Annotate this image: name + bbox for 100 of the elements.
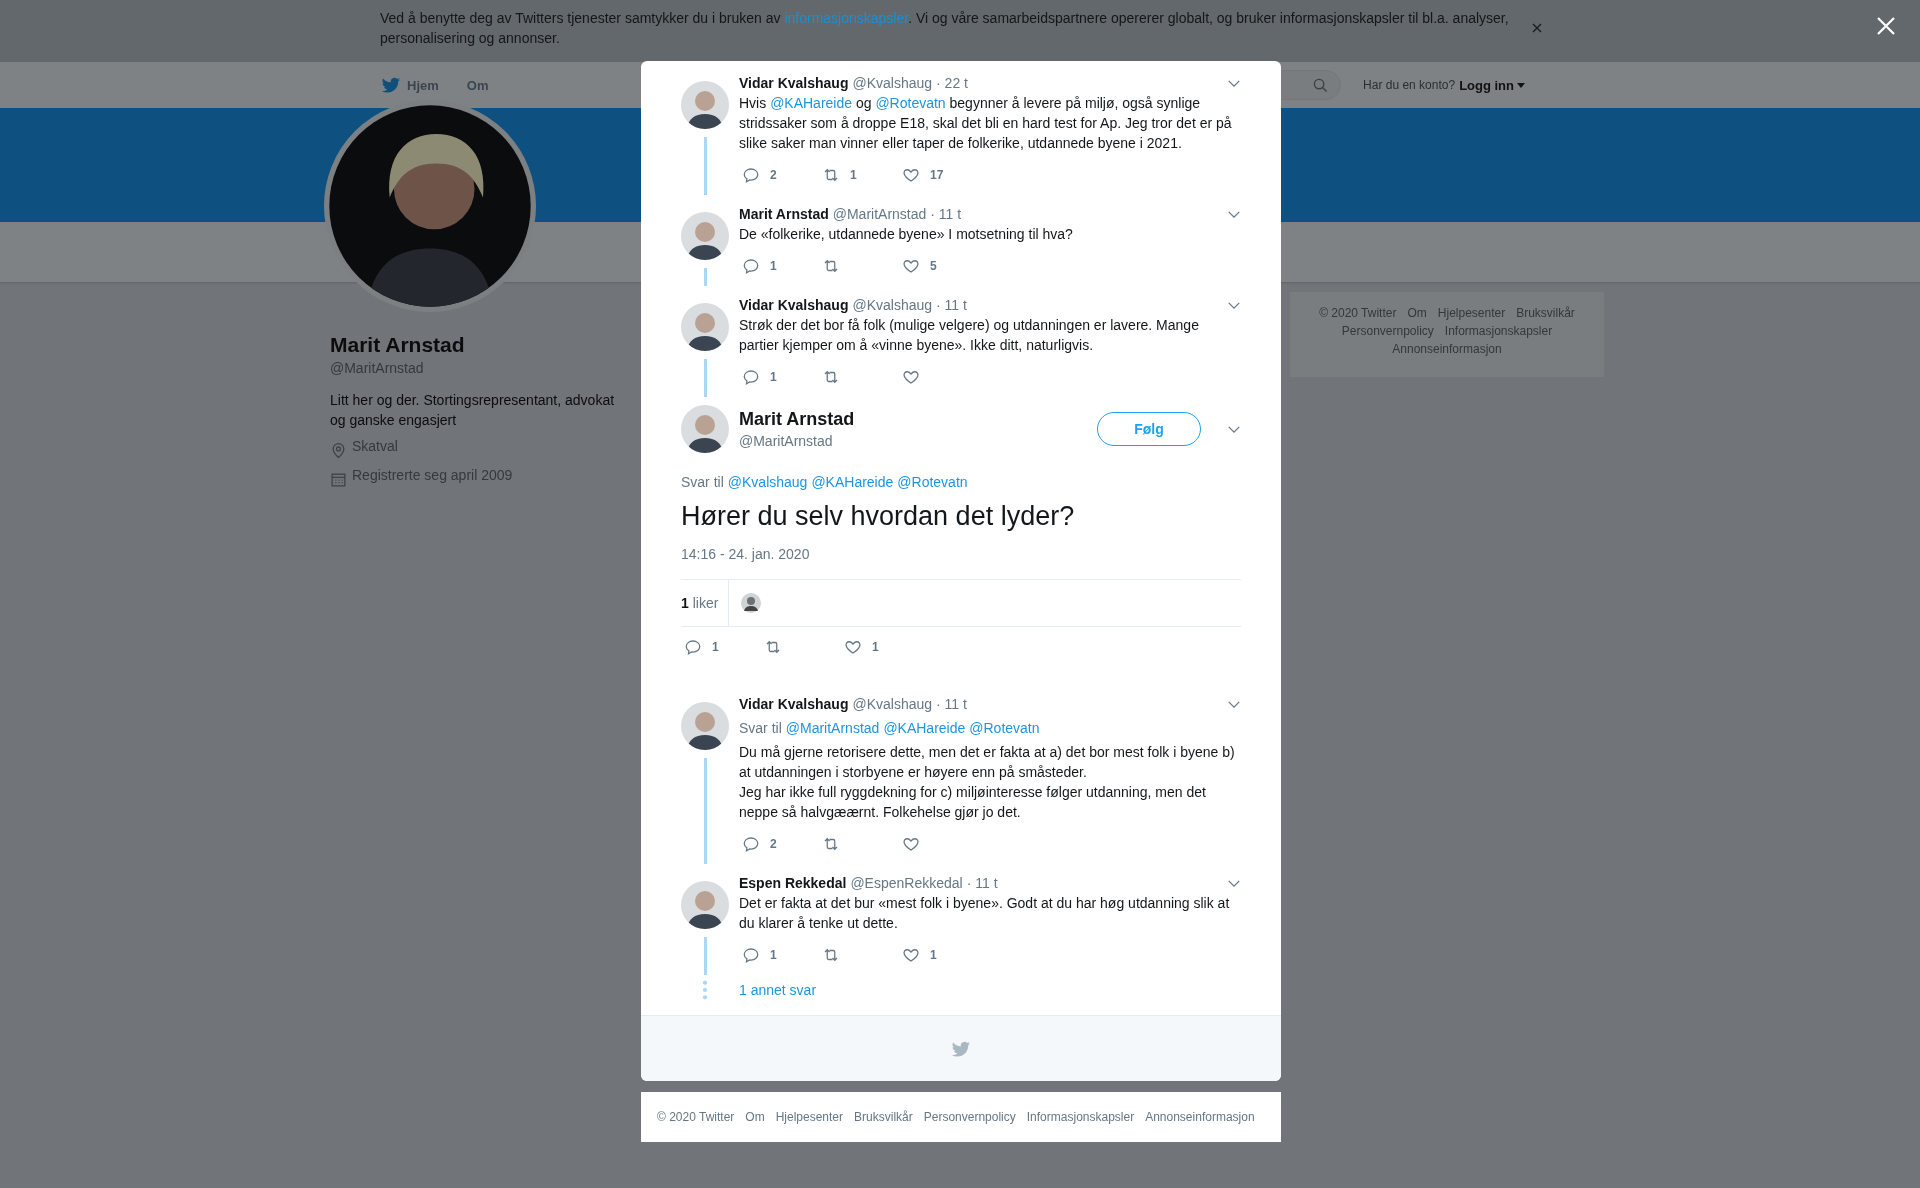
tweet-text: De «folkerike, utdannede byene» I motsetning til hva? xyxy=(739,225,1074,244)
caret-icon xyxy=(1517,82,1525,88)
reply-action[interactable]: 1 xyxy=(739,945,819,965)
bird-icon xyxy=(381,75,401,95)
reply-action[interactable]: 1 xyxy=(739,367,819,387)
reply-label: Svar til xyxy=(681,473,724,492)
nav-link[interactable]: Om xyxy=(466,77,489,93)
avatar[interactable] xyxy=(681,881,729,929)
author-name[interactable]: Vidar Kvalshaug xyxy=(739,297,849,313)
mention-link[interactable]: @KAHareide xyxy=(811,472,894,492)
author-name[interactable]: Marit Arnstad xyxy=(739,407,855,431)
footer-link[interactable]: Annonseinformasjon xyxy=(1145,1110,1255,1124)
mention-link[interactable]: @Rotevatn xyxy=(897,472,968,492)
footer-link[interactable]: © 2020 Twitter xyxy=(657,1110,735,1124)
tweet-time[interactable]: · 11 t xyxy=(966,875,998,891)
footer-link[interactable]: Om xyxy=(1407,306,1427,321)
chevron-down-icon[interactable] xyxy=(1227,424,1241,434)
profile-handle: @MaritArnstad xyxy=(330,360,425,376)
avatar[interactable] xyxy=(741,593,762,613)
profile-join-date: Registrerte seg april 2009 xyxy=(352,467,513,483)
retweet-icon xyxy=(822,368,840,386)
reply-icon xyxy=(742,166,760,184)
footer-link[interactable]: Informasjonskapsler xyxy=(1444,324,1553,339)
chevron-down-icon[interactable] xyxy=(1227,209,1241,219)
footer-link[interactable]: Personvernpolicy xyxy=(923,1110,1016,1124)
retweet-action[interactable]: 1 xyxy=(819,165,899,185)
footer-link[interactable]: Bruksvilkår xyxy=(1516,306,1575,321)
heart-icon xyxy=(902,257,920,275)
reply-icon xyxy=(742,946,760,964)
footer-link[interactable]: Annonseinformasjon xyxy=(1392,342,1502,357)
footer-link[interactable]: © 2020 Twitter xyxy=(1319,306,1397,321)
heart-icon xyxy=(902,835,920,853)
reply-action[interactable]: 1 xyxy=(681,637,761,657)
mention-link[interactable]: @Rotevatn xyxy=(875,95,946,111)
more-replies-link[interactable]: 1 annet svar xyxy=(739,982,817,998)
tweet-text: Det er fakta at det bur «mest folk i byene». Godt at du har høg utdanning slik at du klarer å tenke ut dette. xyxy=(739,894,1231,933)
chevron-down-icon[interactable] xyxy=(1227,699,1241,709)
login-link[interactable]: Logg inn xyxy=(1459,77,1525,93)
avatar[interactable] xyxy=(681,81,729,129)
tweet-time[interactable]: · 11 t xyxy=(930,206,962,222)
avatar[interactable] xyxy=(681,405,729,453)
avatar[interactable] xyxy=(681,212,729,260)
reply-action[interactable]: 1 xyxy=(739,256,819,276)
retweet-icon xyxy=(822,257,840,275)
mention-link[interactable]: @KAHareide xyxy=(770,95,853,111)
footer-link[interactable]: Om xyxy=(745,1110,765,1124)
chevron-down-icon[interactable] xyxy=(1227,878,1241,888)
close-icon[interactable] xyxy=(1532,23,1542,33)
heart-icon xyxy=(844,638,862,656)
author-handle[interactable]: @Kvalshaug xyxy=(852,297,933,313)
like-count[interactable]: 1 liker xyxy=(681,580,730,626)
login-prompt: Har du en konto? xyxy=(1363,78,1456,92)
footer-link[interactable]: Hjelpesenter xyxy=(775,1110,844,1124)
profile-location: Skatval xyxy=(352,438,398,454)
reply-icon xyxy=(742,835,760,853)
chevron-down-icon[interactable] xyxy=(1227,78,1241,88)
reply-action[interactable]: 2 xyxy=(739,834,819,854)
tweet-text: Hører du selv hvordan det lyder? xyxy=(681,500,1076,533)
author-handle[interactable]: @Kvalshaug xyxy=(852,75,933,91)
author-handle[interactable]: @MaritArnstad xyxy=(832,206,927,222)
follow-button[interactable]: Følg xyxy=(1097,412,1201,446)
avatar[interactable] xyxy=(681,303,729,351)
author-handle[interactable]: @EspenRekkedal xyxy=(850,875,963,891)
retweet-icon xyxy=(822,835,840,853)
author-name[interactable]: Vidar Kvalshaug xyxy=(739,696,849,712)
reply-label: Svar til xyxy=(739,719,782,738)
like-action[interactable]: 1 xyxy=(841,637,921,657)
reply-icon xyxy=(742,368,760,386)
mention-link[interactable]: @KAHareide xyxy=(883,718,966,738)
reply-icon xyxy=(742,257,760,275)
like-action[interactable]: 5 xyxy=(899,256,979,276)
reply-action[interactable]: 2 xyxy=(739,165,819,185)
profile-bio: Litt her og der. Stortingsrepresentant, advokat og ganske engasjert xyxy=(330,391,616,430)
footer-link[interactable]: Hjelpesenter xyxy=(1437,306,1506,321)
tweet-time[interactable]: · 11 t xyxy=(936,696,967,712)
heart-icon xyxy=(902,166,920,184)
author-name[interactable]: Marit Arnstad xyxy=(739,206,829,222)
footer-link[interactable]: Informasjonskapsler xyxy=(1026,1110,1135,1124)
chevron-down-icon[interactable] xyxy=(1227,300,1241,310)
author-handle[interactable]: @MaritArnstad xyxy=(739,431,855,451)
nav-link[interactable]: Hjem xyxy=(381,75,439,95)
cookie-notice: Ved å benytte deg av Twitters tjenester samtykker du i bruken av informasjonskapsler. Vi og våre samarbeidspartnere opererer globalt, og bruker informasjonskapsler til bl.a. analyser, personalisering og annonser. xyxy=(380,9,1510,48)
mention-link[interactable]: @MaritArnstad xyxy=(785,718,880,738)
mention-link[interactable]: @Kvalshaug xyxy=(727,472,808,492)
author-name[interactable]: Vidar Kvalshaug xyxy=(739,75,849,91)
avatar[interactable] xyxy=(681,702,729,750)
footer-link[interactable]: Personvernpolicy xyxy=(1341,324,1434,339)
more-dots-icon xyxy=(702,979,708,1001)
tweet-date: 14:16 - 24. jan. 2020 xyxy=(681,545,811,564)
heart-icon xyxy=(902,368,920,386)
mention-link[interactable]: @Rotevatn xyxy=(969,718,1040,738)
author-name[interactable]: Espen Rekkedal xyxy=(739,875,847,891)
like-action[interactable]: 1 xyxy=(899,945,979,965)
like-action[interactable]: 17 xyxy=(899,165,979,185)
tweet-time[interactable]: · 11 t xyxy=(936,297,967,313)
author-handle[interactable]: @Kvalshaug xyxy=(852,696,933,712)
footer-link[interactable]: Bruksvilkår xyxy=(854,1110,913,1124)
retweet-icon xyxy=(764,638,782,656)
tweet-time[interactable]: · 22 t xyxy=(936,75,968,91)
tweet-text: Strøk der det bor få folk (mulige velgere) og utdanningen er lavere. Mange partier kjemper om å «vinne byene». Ikke ditt, naturligvis. xyxy=(739,316,1200,355)
